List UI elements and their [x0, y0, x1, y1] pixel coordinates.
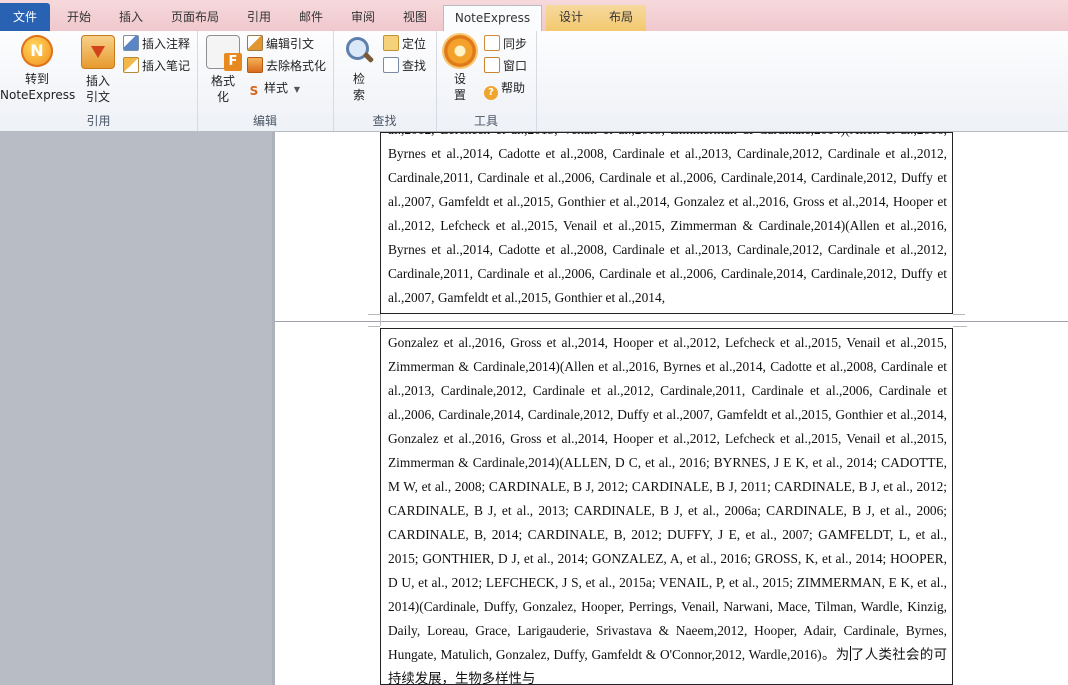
style-icon: S [249, 84, 259, 98]
crop-mark [380, 314, 381, 326]
format-document-icon: F [206, 35, 242, 71]
tab-insert[interactable]: 插入 [108, 5, 154, 31]
chevron-down-icon: ▼ [293, 85, 300, 94]
insert-citation-label-2: 引文 [85, 90, 110, 104]
style-label: 样式 [264, 81, 289, 95]
citation-paragraph[interactable]: Gonzalez et al.,2016, Gross et al.,2014,… [388, 331, 947, 684]
locate-icon [383, 35, 399, 51]
find-label: 查找 [402, 59, 427, 73]
tab-references[interactable]: 引用 [236, 5, 282, 31]
insert-memo-label: 插入笔记 [142, 59, 191, 73]
locate-button[interactable]: 定位 [383, 34, 426, 54]
crop-mark [953, 314, 965, 315]
insert-citation-icon [81, 35, 115, 69]
group-tools: 设 置 同步 窗口 ? 帮助 工具 [436, 31, 537, 131]
page-left-edge [272, 132, 275, 685]
tab-noteexpress[interactable]: NoteExpress [443, 5, 542, 32]
tab-home[interactable]: 开始 [56, 5, 102, 31]
citation-text: Gonzalez et al.,2016, Gross et al.,2014,… [388, 335, 947, 662]
goto-noteexpress-button[interactable]: N 转到 NoteExpress [0, 35, 76, 103]
document-left-margin [0, 132, 272, 685]
search-label-2: 索 [352, 88, 365, 102]
window-icon [484, 57, 500, 73]
help-button[interactable]: ? 帮助 [484, 78, 526, 100]
crop-mark [368, 326, 380, 327]
citation-text-frame-page2[interactable]: Gonzalez et al.,2016, Gross et al.,2014,… [380, 328, 953, 685]
tab-view[interactable]: 视图 [392, 5, 438, 31]
search-magnifier-icon [343, 35, 375, 67]
insert-note-label: 插入注释 [142, 37, 191, 51]
group-edit-label: 编辑 [252, 114, 277, 128]
sync-button[interactable]: 同步 [484, 34, 527, 54]
settings-label-1: 设 [453, 72, 466, 86]
edit-citation-label: 编辑引文 [266, 37, 315, 51]
group-find: 检 索 定位 查找 查找 [333, 31, 437, 131]
help-label: 帮助 [501, 81, 526, 95]
help-icon: ? [484, 86, 498, 100]
citation-paragraph[interactable]: al.,2012, Lefcheck et al.,2015, Venail e… [388, 133, 947, 310]
format-label-1: 格式 [210, 74, 235, 88]
sync-label: 同步 [503, 37, 528, 51]
noteexpress-logo-icon: N [21, 35, 53, 67]
memo-pen-icon [123, 57, 139, 73]
find-icon [383, 57, 399, 73]
crop-mark [953, 326, 967, 327]
tab-mailings[interactable]: 邮件 [288, 5, 334, 31]
remove-format-icon [247, 57, 263, 73]
ribbon-noteexpress: N 转到 NoteExpress 插入 引文 插入注释 插入笔记 引用 F 格式… [0, 31, 1068, 132]
insert-memo-button[interactable]: 插入笔记 [123, 56, 190, 76]
tab-table-layout[interactable]: 布局 [596, 5, 646, 31]
crop-mark [368, 314, 380, 315]
group-edit: F 格式 化 编辑引文 去除格式化 S 样式 ▼ 编辑 [197, 31, 334, 131]
tab-file[interactable]: 文件 [0, 3, 50, 31]
tab-review[interactable]: 审阅 [340, 5, 386, 31]
group-cite-label: 引用 [86, 114, 111, 128]
format-button[interactable]: F 格式 化 [203, 35, 243, 105]
group-tools-label: 工具 [473, 114, 498, 128]
find-button[interactable]: 查找 [383, 56, 426, 76]
sync-icon [484, 35, 500, 51]
group-find-label: 查找 [372, 114, 397, 128]
insert-note-button[interactable]: 插入注释 [123, 34, 190, 54]
locate-label: 定位 [402, 37, 427, 51]
tab-table-design[interactable]: 设计 [546, 5, 596, 31]
settings-label-2: 置 [453, 88, 466, 102]
window-button[interactable]: 窗口 [484, 56, 527, 76]
style-dropdown[interactable]: S 样式 ▼ [247, 78, 300, 98]
goto-label-1: 转到 [24, 72, 49, 86]
gear-icon [444, 35, 476, 67]
edit-citation-icon [247, 35, 263, 51]
format-label-2: 化 [216, 90, 229, 104]
window-label: 窗口 [503, 59, 528, 73]
note-pencil-icon [123, 35, 139, 51]
search-button[interactable]: 检 索 [339, 35, 379, 103]
ribbon-tab-bar: 文件 开始 插入 页面布局 引用 邮件 审阅 视图 NoteExpress 设计… [0, 0, 1068, 32]
insert-citation-button[interactable]: 插入 引文 [78, 35, 118, 105]
edit-citation-button[interactable]: 编辑引文 [247, 34, 314, 54]
group-cite: N 转到 NoteExpress 插入 引文 插入注释 插入笔记 引用 [0, 31, 198, 131]
remove-format-label: 去除格式化 [266, 59, 327, 73]
insert-citation-label-1: 插入 [85, 74, 110, 88]
tab-page-layout[interactable]: 页面布局 [162, 5, 228, 31]
remove-format-button[interactable]: 去除格式化 [247, 56, 326, 76]
settings-button[interactable]: 设 置 [440, 35, 480, 103]
citation-text-frame-page1[interactable]: al.,2012, Lefcheck et al.,2015, Venail e… [380, 132, 953, 314]
search-label-1: 检 [352, 72, 365, 86]
goto-label-2: NoteExpress [0, 88, 76, 102]
